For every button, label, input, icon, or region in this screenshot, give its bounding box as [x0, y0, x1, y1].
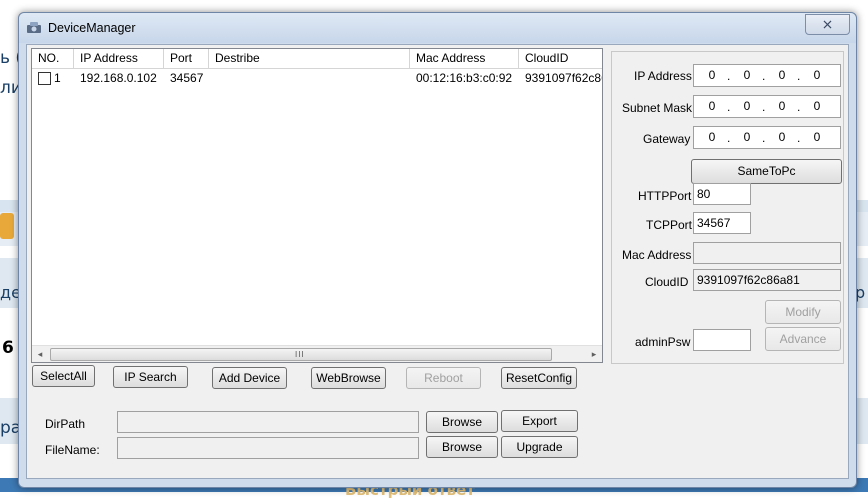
- ip-octet: 0: [778, 99, 786, 113]
- scroll-thumb[interactable]: III: [50, 348, 552, 361]
- upgrade-button[interactable]: Upgrade: [501, 436, 578, 458]
- column-header-port[interactable]: Port: [164, 49, 209, 68]
- subnet-mask-input[interactable]: 0 . 0 . 0 . 0: [693, 95, 841, 118]
- mac-address-label: Mac Address: [622, 248, 692, 262]
- admin-password-field[interactable]: [693, 329, 751, 351]
- ip-separator: .: [727, 69, 731, 83]
- row-ip-address: 192.168.0.102: [80, 71, 157, 85]
- row-cloud-id: 9391097f62c86a: [525, 71, 602, 85]
- cloud-id-label: CloudID: [645, 275, 689, 289]
- ip-octet: 0: [743, 130, 751, 144]
- table-row[interactable]: 1 192.168.0.102 34567 00:12:16:b3:c0:92 …: [32, 69, 602, 87]
- ip-separator: .: [762, 131, 766, 145]
- http-port-field[interactable]: 80: [693, 183, 751, 205]
- window-title: DeviceManager: [48, 21, 136, 35]
- tcp-port-label: TCPPort: [646, 218, 693, 232]
- ip-octet: 0: [778, 68, 786, 82]
- column-header-no[interactable]: NO.: [32, 49, 74, 68]
- select-all-button[interactable]: SelectAll: [32, 365, 95, 387]
- advance-button[interactable]: Advance: [765, 327, 841, 351]
- row-port: 34567: [170, 71, 204, 85]
- admin-password-label: adminPsw: [635, 335, 691, 349]
- cloud-id-field[interactable]: 9391097f62c86a81: [693, 269, 841, 291]
- dialog-client-area: NO. IP Address Port Destribe Mac Address…: [26, 44, 849, 479]
- gateway-label: Gateway: [643, 132, 691, 146]
- title-bar[interactable]: DeviceManager ⨯: [19, 13, 856, 43]
- ip-octet: 0: [743, 99, 751, 113]
- scroll-left-icon[interactable]: ◂: [32, 346, 48, 362]
- ip-octet: 0: [708, 130, 716, 144]
- ip-octet: 0: [778, 130, 786, 144]
- reboot-button[interactable]: Reboot: [406, 367, 481, 389]
- device-manager-icon: [27, 22, 41, 33]
- web-browse-button[interactable]: WebBrowse: [311, 367, 386, 389]
- ip-separator: .: [762, 69, 766, 83]
- ip-octet: 0: [813, 130, 821, 144]
- close-icon: ⨯: [821, 16, 834, 32]
- ip-address-input[interactable]: 0 . 0 . 0 . 0: [693, 64, 841, 87]
- ip-separator: .: [797, 69, 801, 83]
- scroll-right-icon[interactable]: ▸: [586, 346, 602, 362]
- column-header-describe[interactable]: Destribe: [209, 49, 410, 68]
- row-no: 1: [54, 71, 61, 85]
- file-name-field[interactable]: [117, 437, 419, 459]
- dir-path-label: DirPath: [45, 417, 86, 431]
- device-manager-window: DeviceManager ⨯ NO. IP Address Port Dest…: [18, 12, 857, 488]
- close-button[interactable]: ⨯: [805, 14, 850, 35]
- subnet-mask-label: Subnet Mask: [622, 101, 693, 115]
- device-list-header: NO. IP Address Port Destribe Mac Address…: [32, 49, 602, 69]
- same-to-pc-button[interactable]: SameToPc: [691, 159, 842, 184]
- dir-path-field[interactable]: [117, 411, 419, 433]
- gateway-input[interactable]: 0 . 0 . 0 . 0: [693, 126, 841, 149]
- mac-address-field[interactable]: [693, 242, 841, 264]
- column-header-ip-address[interactable]: IP Address: [74, 49, 164, 68]
- ip-octet: 0: [708, 99, 716, 113]
- ip-separator: .: [797, 100, 801, 114]
- browse-dir-button[interactable]: Browse: [426, 411, 498, 433]
- device-list[interactable]: NO. IP Address Port Destribe Mac Address…: [31, 48, 603, 363]
- ip-address-label: IP Address: [634, 69, 692, 83]
- device-details-panel: IP Address 0 . 0 . 0 . 0 Subnet Mask 0 .…: [611, 51, 844, 364]
- reset-config-button[interactable]: ResetConfig: [501, 367, 577, 389]
- http-port-label: HTTPPort: [638, 189, 692, 203]
- ip-separator: .: [727, 131, 731, 145]
- browse-file-button[interactable]: Browse: [426, 436, 498, 458]
- ip-octet: 0: [708, 68, 716, 82]
- ip-octet: 0: [743, 68, 751, 82]
- column-header-cloud-id[interactable]: CloudID: [519, 49, 602, 68]
- ip-octet: 0: [813, 99, 821, 113]
- ip-octet: 0: [813, 68, 821, 82]
- tcp-port-field[interactable]: 34567: [693, 212, 751, 234]
- ip-search-button[interactable]: IP Search: [113, 366, 188, 388]
- horizontal-scrollbar[interactable]: ◂ III ▸: [32, 345, 602, 362]
- ip-separator: .: [762, 100, 766, 114]
- user-icon: [0, 213, 14, 239]
- row-mac-address: 00:12:16:b3:c0:92: [416, 71, 513, 85]
- ip-separator: .: [797, 131, 801, 145]
- export-button[interactable]: Export: [501, 410, 578, 432]
- row-checkbox[interactable]: [38, 72, 51, 85]
- ip-separator: .: [727, 100, 731, 114]
- add-device-button[interactable]: Add Device: [212, 367, 287, 389]
- file-name-label: FileName:: [45, 443, 100, 457]
- modify-button[interactable]: Modify: [765, 300, 841, 324]
- background-text: 6: [2, 338, 14, 358]
- scroll-grip-icon: III: [295, 350, 305, 359]
- column-header-mac-address[interactable]: Mac Address: [410, 49, 519, 68]
